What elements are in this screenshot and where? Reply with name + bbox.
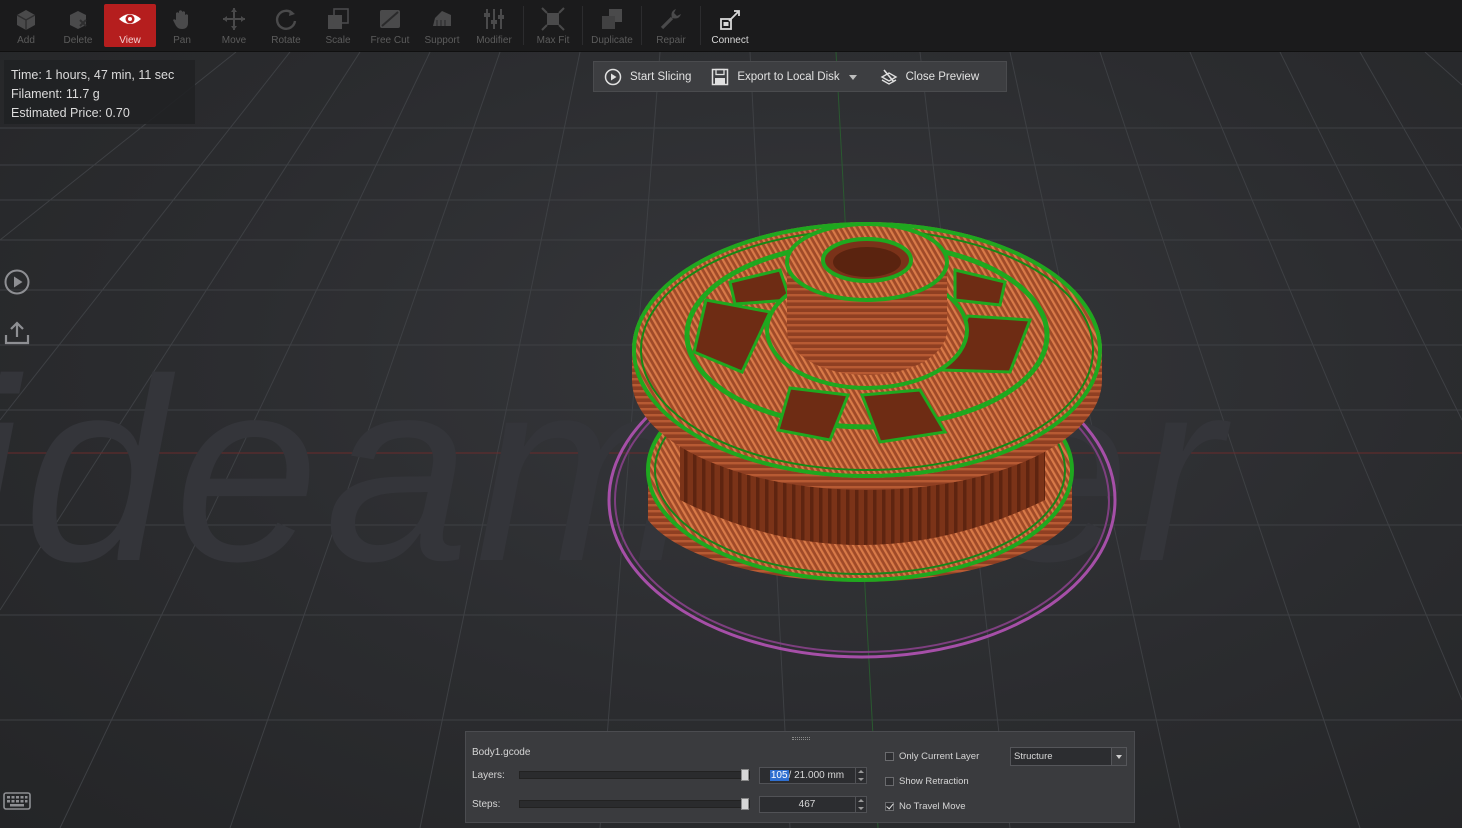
max-fit-icon — [541, 7, 565, 31]
steps-stepper[interactable] — [855, 797, 866, 812]
move-button[interactable]: Move — [208, 0, 260, 51]
pulley-top-flange — [632, 222, 1102, 490]
free-cut-icon — [380, 10, 400, 28]
support-label: Support — [424, 35, 460, 46]
steps-label: Steps: — [472, 799, 501, 810]
steps-value: 467 — [798, 799, 816, 810]
scale-button[interactable]: Scale — [312, 0, 364, 51]
play-simulation-icon[interactable] — [3, 268, 31, 296]
only-current-layer-checkbox[interactable]: Only Current Layer — [885, 751, 979, 762]
rotate-icon — [275, 9, 297, 30]
preview-action-bar: Start Slicing Export to Local Disk Close… — [593, 61, 1007, 92]
repair-button[interactable]: Repair — [645, 0, 697, 51]
steps-slider-thumb[interactable] — [741, 798, 749, 810]
panel-drag-handle[interactable] — [792, 737, 810, 740]
pan-button[interactable]: Pan — [156, 0, 208, 51]
export-to-local-disk-button[interactable]: Export to Local Disk — [701, 62, 869, 91]
save-disk-icon — [712, 68, 729, 85]
modifier-label: Modifier — [476, 35, 512, 46]
rotate-button[interactable]: Rotate — [260, 0, 312, 51]
view-button[interactable]: View — [104, 4, 156, 47]
steps-spinbox[interactable]: 467 — [759, 796, 867, 813]
no-travel-move-box[interactable] — [885, 802, 894, 811]
max-fit-button[interactable]: Max Fit — [527, 0, 579, 51]
layers-stepper[interactable] — [855, 768, 866, 783]
pan-label: Pan — [173, 35, 191, 46]
export-label: Export to Local Disk — [737, 70, 840, 83]
layer-preview-panel: Body1.gcode Layers: 105 / 21.000 mm Step… — [465, 731, 1135, 823]
layers-slider[interactable] — [519, 769, 750, 781]
toolbar-divider — [582, 6, 583, 45]
show-retraction-label: Show Retraction — [899, 776, 969, 787]
layers-selected-value: 105 — [769, 770, 789, 781]
chevron-down-icon[interactable] — [848, 72, 858, 82]
max-fit-label: Max Fit — [536, 35, 570, 46]
start-slicing-label: Start Slicing — [630, 70, 692, 83]
close-preview-label: Close Preview — [905, 70, 980, 83]
layers-close-icon — [880, 68, 898, 85]
eye-icon — [119, 14, 141, 24]
repair-label: Repair — [656, 35, 686, 46]
start-slicing-button[interactable]: Start Slicing — [594, 62, 701, 91]
upload-icon[interactable] — [3, 319, 31, 347]
free-cut-label: Free Cut — [370, 35, 410, 46]
gcode-file-name: Body1.gcode — [472, 747, 531, 758]
close-preview-button[interactable]: Close Preview — [870, 62, 990, 91]
layers-slider-thumb[interactable] — [741, 769, 749, 781]
delete-icon — [70, 11, 87, 29]
toolbar-divider — [641, 6, 642, 45]
move-icon — [223, 8, 245, 30]
no-travel-move-checkbox[interactable]: No Travel Move — [885, 801, 966, 812]
slice-stats-panel: Time: 1 hours, 47 min, 11 sec Filament: … — [4, 60, 195, 124]
free-cut-button[interactable]: Free Cut — [364, 0, 416, 51]
show-retraction-checkbox[interactable]: Show Retraction — [885, 776, 969, 787]
print-time-text: Time: 1 hours, 47 min, 11 sec — [11, 68, 175, 82]
support-button[interactable]: Support — [416, 0, 468, 51]
support-icon — [433, 11, 451, 26]
duplicate-label: Duplicate — [591, 35, 633, 46]
chevron-down-icon[interactable] — [1111, 748, 1126, 765]
rotate-label: Rotate — [271, 35, 301, 46]
only-current-layer-label: Only Current Layer — [899, 751, 980, 762]
layers-spinbox[interactable]: 105 / 21.000 mm — [759, 767, 867, 784]
connect-button[interactable]: Connect — [704, 0, 756, 51]
layers-height-text: / 21.000 mm — [788, 770, 845, 781]
add-icon — [16, 10, 36, 30]
connect-label: Connect — [711, 35, 749, 46]
duplicate-icon — [602, 9, 622, 29]
view-mode-dropdown[interactable]: Structure — [1010, 747, 1127, 766]
show-retraction-box[interactable] — [885, 777, 894, 786]
delete-label: Delete — [63, 35, 93, 46]
move-label: Move — [221, 35, 247, 46]
keyboard-icon[interactable] — [3, 791, 31, 811]
view-label: View — [119, 35, 141, 46]
no-travel-move-label: No Travel Move — [899, 801, 966, 812]
repair-icon — [660, 9, 681, 30]
duplicate-button[interactable]: Duplicate — [586, 0, 638, 51]
add-label: Add — [17, 35, 35, 46]
build-plate-scene[interactable]: ideamaker — [0, 52, 1462, 828]
scale-icon — [328, 8, 349, 29]
modifier-icon — [484, 9, 504, 29]
hand-icon — [173, 10, 188, 29]
steps-slider[interactable] — [519, 798, 750, 810]
add-button[interactable]: Add — [0, 0, 52, 51]
only-current-layer-box[interactable] — [885, 752, 894, 761]
3d-viewport[interactable]: ideamaker — [0, 52, 1462, 828]
layers-label: Layers: — [472, 770, 505, 781]
estimated-price-text: Estimated Price: 0.70 — [11, 106, 130, 120]
connect-icon — [720, 10, 740, 30]
toolbar-divider — [700, 6, 701, 45]
main-toolbar: Add Delete View Pan Move Rotate Scale Fr… — [0, 0, 1462, 52]
scale-label: Scale — [325, 35, 351, 46]
filament-weight-text: Filament: 11.7 g — [11, 87, 100, 101]
modifier-button[interactable]: Modifier — [468, 0, 520, 51]
toolbar-divider — [523, 6, 524, 45]
play-circle-icon — [604, 68, 622, 85]
view-mode-value: Structure — [1014, 751, 1053, 762]
delete-button[interactable]: Delete — [52, 0, 104, 51]
